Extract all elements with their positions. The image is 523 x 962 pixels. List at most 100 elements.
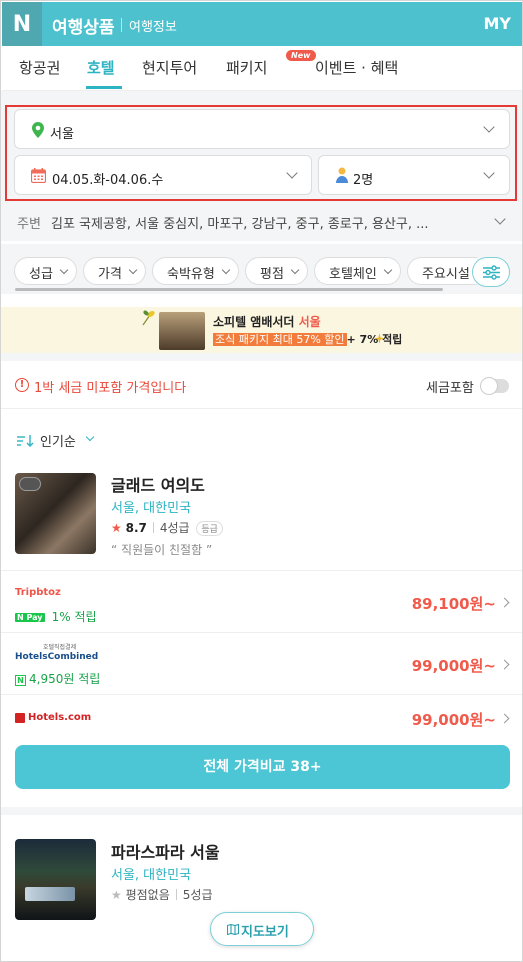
- tax-notice: 1박 세금 미포함 가격입니다: [34, 381, 187, 396]
- sparkle-icon: [374, 333, 385, 344]
- chevron-right-icon: [499, 659, 510, 670]
- hotel-thumbnail[interactable]: [15, 473, 96, 554]
- banner-city: 서울: [298, 315, 321, 329]
- hotel-name[interactable]: 글래드 여의도: [111, 472, 205, 496]
- chevron-right-icon: [499, 597, 510, 608]
- naver-point-icon: N: [15, 675, 26, 686]
- service-title[interactable]: 여행상품: [52, 13, 115, 38]
- compare-all-prices-button[interactable]: 전체 가격비교 38+: [15, 745, 510, 789]
- logo-letter: N: [12, 11, 32, 37]
- info-icon: !: [15, 378, 29, 392]
- location-field[interactable]: 서울: [14, 109, 510, 149]
- chevron-down-icon: [85, 432, 95, 442]
- banner-hotel-name: 소피텔 앰배서더: [213, 315, 299, 329]
- points-text: 1% 적립: [51, 610, 97, 624]
- direct-pay-label: 호텔직접결제: [43, 644, 77, 651]
- chevron-down-icon: [290, 265, 300, 275]
- filter-label: 가격: [98, 267, 122, 282]
- filter-scrollbar[interactable]: [15, 288, 443, 291]
- npay-badge: N Pay: [15, 613, 45, 622]
- search-panel: 서울 04.05.화-04.06.수 2명 주변 김포 국제공항, 서울 중심지: [1, 91, 522, 241]
- tab-events[interactable]: 이벤트 · 혜택: [315, 57, 398, 78]
- tab-local-tours[interactable]: 현지투어: [142, 57, 197, 78]
- review-snippet: “ 직원들이 친절함 ”: [111, 543, 213, 557]
- tax-notice-row: ! 1박 세금 미포함 가격입니다 세금포함: [1, 363, 522, 409]
- map-view-button[interactable]: 지도보기: [210, 912, 314, 946]
- filter-stay-type[interactable]: 숙박유형: [152, 257, 239, 285]
- chevron-right-icon: [499, 713, 510, 724]
- leaf-decoration-icon: [142, 310, 155, 326]
- grade-badge: 등급: [196, 521, 223, 536]
- filter-star-grade[interactable]: 성급: [14, 257, 77, 285]
- person-icon: [336, 167, 348, 183]
- chevron-down-icon: [128, 265, 138, 275]
- sort-icon: [17, 435, 34, 447]
- npay-points: N Pay 1% 적립: [15, 606, 97, 625]
- include-tax-toggle[interactable]: [480, 377, 509, 395]
- divider: [175, 889, 177, 900]
- hotel-location: 서울, 대한민국: [111, 501, 192, 516]
- section-separator: [1, 353, 522, 361]
- promo-banner[interactable]: 소피텔 앰배서더 서울 조식 패키지 최대 57% 할인 + 7% 적립: [1, 307, 522, 353]
- hotelscom-logo-icon: [15, 713, 25, 723]
- provider-logo-hotelscom: Hotels.com: [28, 712, 92, 723]
- hotel-thumbnail[interactable]: [15, 839, 96, 920]
- filter-label: 호텔체인: [329, 267, 377, 282]
- offer-row-hotelscom[interactable]: Hotels.com 99,000원~: [1, 694, 522, 744]
- provider-logo-hotelscombined: HotelsCombined: [15, 652, 99, 662]
- title-divider: [121, 18, 122, 32]
- chevron-down-icon: [483, 121, 495, 133]
- date-field[interactable]: 04.05.화-04.06.수: [14, 155, 312, 195]
- my-button[interactable]: MY: [483, 14, 511, 33]
- chevron-down-icon: [59, 265, 69, 275]
- filter-hotel-chain[interactable]: 호텔체인: [314, 257, 401, 285]
- building-shape: [25, 887, 75, 901]
- nearby-areas[interactable]: 김포 국제공항, 서울 중심지, 마포구, 강남구, 중구, 종로구, 용산구,…: [51, 213, 471, 232]
- hotel-grade: 5성급: [182, 888, 213, 902]
- offer-row-hotelscombined[interactable]: 호텔직접결제 HotelsCombined N 4,950원 적립 99,000원…: [1, 632, 522, 694]
- filter-label: 성급: [29, 267, 53, 282]
- guests-field[interactable]: 2명: [318, 155, 510, 195]
- rating-score: 8.7: [125, 521, 147, 535]
- hotel-name[interactable]: 파라스파라 서울: [111, 839, 220, 863]
- include-tax-label: 세금포함: [426, 381, 474, 396]
- hotel-rating: ★ 평점없음 5성급: [111, 886, 212, 903]
- naver-logo[interactable]: N: [2, 2, 42, 46]
- sliders-icon: [483, 265, 500, 280]
- banner-discount: 조식 패키지 최대 57% 할인: [213, 333, 347, 346]
- map-view-label: 지도보기: [241, 925, 289, 940]
- location-value: 서울: [50, 127, 74, 142]
- star-icon: ★: [111, 888, 122, 902]
- active-tab-indicator: [86, 86, 122, 89]
- filter-label: 숙박유형: [167, 267, 215, 282]
- chevron-down-icon: [286, 167, 298, 179]
- hotel-promo-image: [159, 312, 205, 350]
- app-frame: N 여행상품 여행정보 MY 항공권 호텔 현지투어 패키지 New 이벤트 ·…: [0, 0, 523, 962]
- tab-packages[interactable]: 패키지: [226, 57, 267, 78]
- date-range-value: 04.05.화-04.06.수: [52, 173, 164, 188]
- filter-price[interactable]: 가격: [83, 257, 146, 285]
- tab-flights[interactable]: 항공권: [19, 57, 60, 78]
- offer-price: 99,000원~: [411, 657, 496, 675]
- provider-logo-tripbtoz: Tripbtoz: [15, 587, 61, 598]
- badge-icon: [19, 477, 41, 491]
- naver-points: N 4,950원 적립: [15, 668, 100, 687]
- top-bar: N 여행상품 여행정보 MY: [2, 2, 522, 46]
- map-icon: [227, 924, 239, 935]
- sort-label: 인기순: [40, 435, 76, 450]
- filter-settings-button[interactable]: [472, 257, 510, 287]
- tab-hotels[interactable]: 호텔: [87, 57, 115, 78]
- filter-rating[interactable]: 평점: [245, 257, 308, 285]
- chevron-down-icon[interactable]: [494, 213, 506, 225]
- offer-price: 99,000원~: [411, 711, 496, 729]
- nearby-label: 주변: [17, 217, 41, 232]
- location-pin-icon: [32, 122, 44, 138]
- hotel-location: 서울, 대한민국: [111, 868, 192, 883]
- travel-info-link[interactable]: 여행정보: [129, 16, 177, 35]
- banner-headline: 소피텔 앰배서더 서울: [213, 313, 321, 330]
- calendar-icon: [31, 168, 46, 183]
- offer-row-tripbtoz[interactable]: Tripbtoz N Pay 1% 적립 89,100원~: [1, 570, 522, 632]
- offer-price: 89,100원~: [411, 595, 496, 613]
- filter-facilities[interactable]: 주요시설: [407, 257, 477, 285]
- filter-label: 주요시설: [422, 267, 470, 282]
